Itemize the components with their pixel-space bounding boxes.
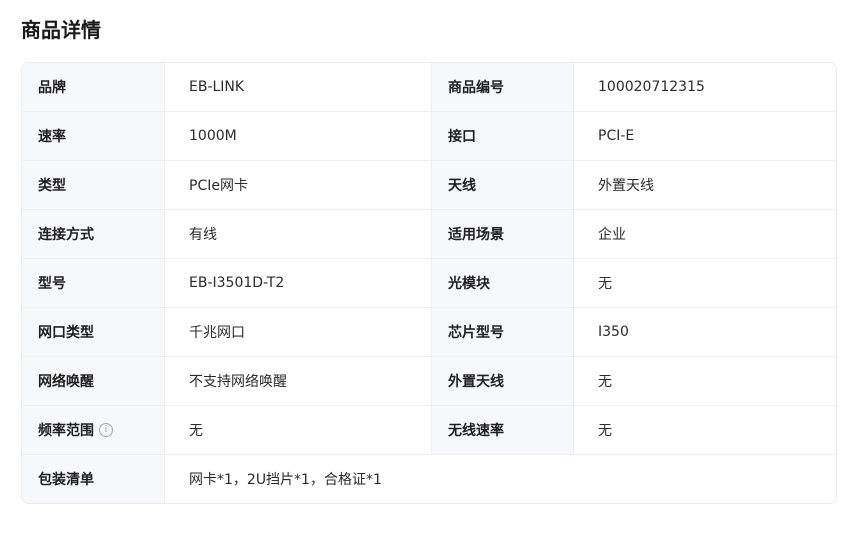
spec-value-optical-module: 无	[574, 259, 836, 307]
spec-label-interface: 接口	[431, 112, 574, 160]
spec-value-wake-on-lan: 不支持网络唤醒	[165, 357, 431, 405]
spec-label-wake-on-lan: 网络唤醒	[22, 357, 165, 405]
spec-row: 网络唤醒 不支持网络唤醒 外置天线 无	[22, 357, 836, 406]
spec-label-wireless-rate: 无线速率	[431, 406, 574, 454]
spec-label-connection: 连接方式	[22, 210, 165, 258]
product-details-section: 商品详情 品牌 EB-LINK 商品编号 100020712315 速率 100…	[0, 0, 862, 536]
spec-label-type: 类型	[22, 161, 165, 209]
spec-value-package: 网卡*1，2U挡片*1，合格证*1	[165, 455, 836, 503]
spec-row: 类型 PCIe网卡 天线 外置天线	[22, 161, 836, 210]
spec-value-speed: 1000M	[165, 112, 431, 160]
spec-label-optical-module: 光模块	[431, 259, 574, 307]
spec-label-sku: 商品编号	[431, 63, 574, 111]
section-title: 商品详情	[21, 18, 101, 42]
spec-label-scenario: 适用场景	[431, 210, 574, 258]
spec-label-package: 包装清单	[22, 455, 165, 503]
spec-value-frequency-range: 无	[165, 406, 431, 454]
spec-label-frequency-range-text: 频率范围	[38, 423, 94, 439]
spec-label-external-antenna: 外置天线	[431, 357, 574, 405]
spec-row: 网口类型 千兆网口 芯片型号 I350	[22, 308, 836, 357]
spec-value-brand: EB-LINK	[165, 63, 431, 111]
spec-label-chip-model: 芯片型号	[431, 308, 574, 356]
spec-value-interface: PCI-E	[574, 112, 836, 160]
spec-row: 连接方式 有线 适用场景 企业	[22, 210, 836, 259]
spec-value-type: PCIe网卡	[165, 161, 431, 209]
spec-row: 频率范围 i 无 无线速率 无	[22, 406, 836, 455]
spec-label-port-type: 网口类型	[22, 308, 165, 356]
spec-value-external-antenna: 无	[574, 357, 836, 405]
spec-table: 品牌 EB-LINK 商品编号 100020712315 速率 1000M 接口…	[21, 62, 837, 504]
spec-row: 品牌 EB-LINK 商品编号 100020712315	[22, 63, 836, 112]
spec-row: 速率 1000M 接口 PCI-E	[22, 112, 836, 161]
info-circle-icon[interactable]: i	[99, 423, 113, 437]
spec-label-frequency-range: 频率范围 i	[22, 406, 165, 454]
spec-value-antenna: 外置天线	[574, 161, 836, 209]
spec-value-chip-model: I350	[574, 308, 836, 356]
spec-label-brand: 品牌	[22, 63, 165, 111]
spec-value-model: EB-I3501D-T2	[165, 259, 431, 307]
spec-row-package: 包装清单 网卡*1，2U挡片*1，合格证*1	[22, 455, 836, 503]
spec-value-sku: 100020712315	[574, 63, 836, 111]
spec-value-scenario: 企业	[574, 210, 836, 258]
spec-value-connection: 有线	[165, 210, 431, 258]
spec-value-wireless-rate: 无	[574, 406, 836, 454]
spec-label-speed: 速率	[22, 112, 165, 160]
spec-value-port-type: 千兆网口	[165, 308, 431, 356]
spec-row: 型号 EB-I3501D-T2 光模块 无	[22, 259, 836, 308]
spec-label-model: 型号	[22, 259, 165, 307]
spec-label-antenna: 天线	[431, 161, 574, 209]
